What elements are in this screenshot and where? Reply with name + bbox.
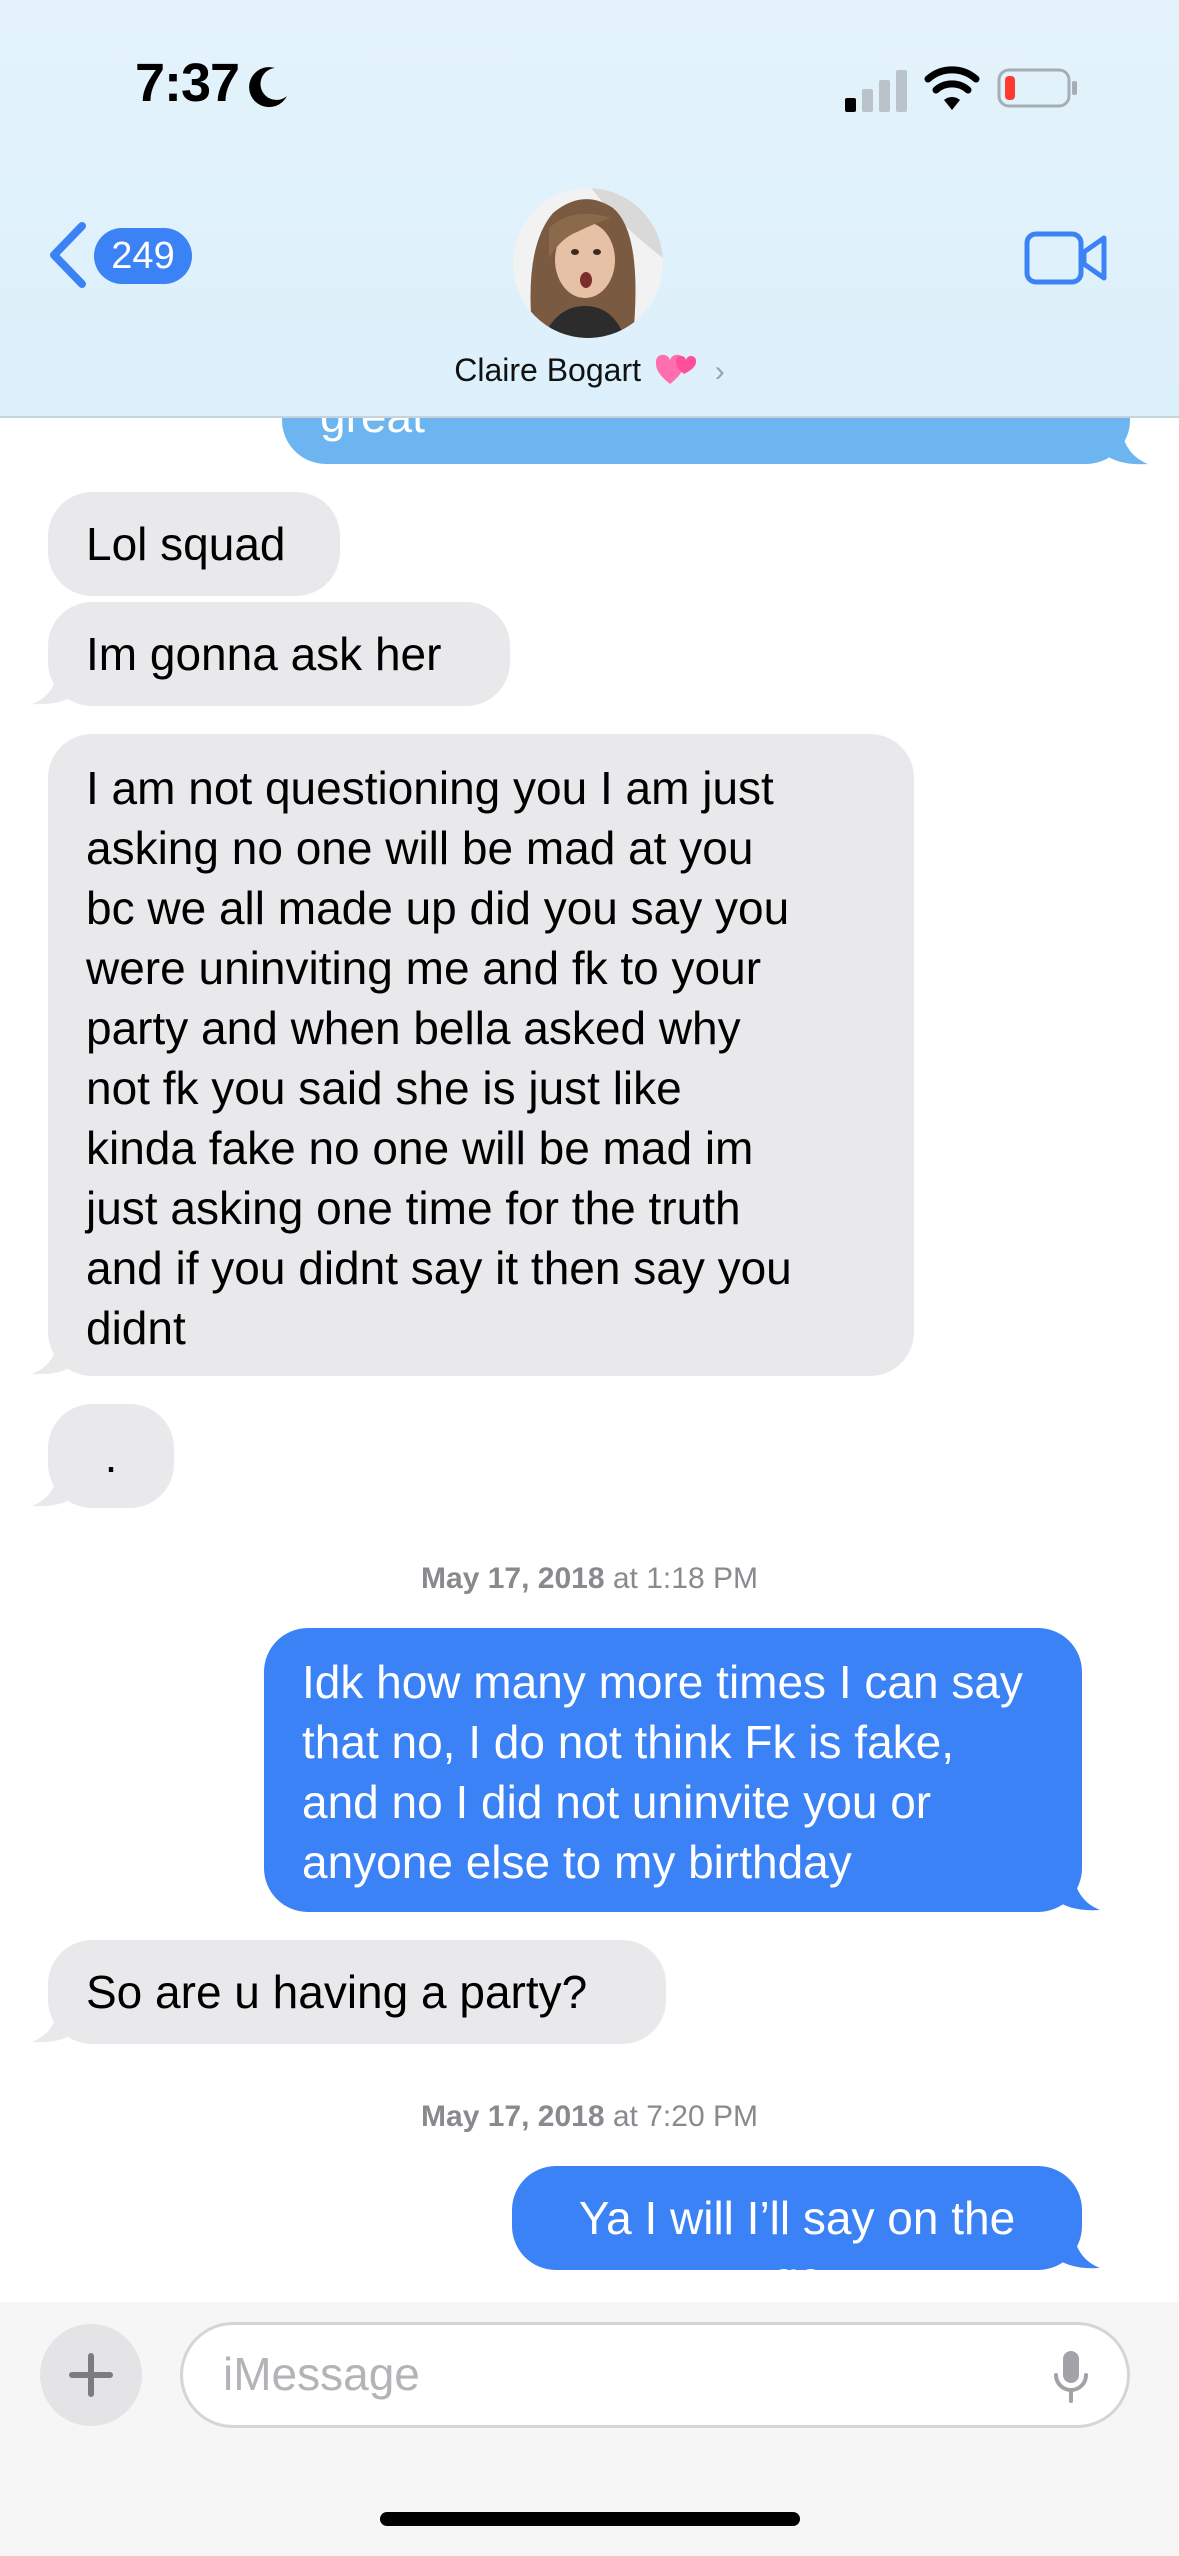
incoming-message[interactable]: Lol squad (48, 492, 340, 596)
message-text: Im gonna ask her (86, 628, 442, 680)
avatar-photo (513, 188, 663, 338)
microphone-icon[interactable] (1053, 2349, 1089, 2405)
message-line: Idk how many more times I can say (302, 1656, 1023, 1708)
message-line: I am not questioning you I am just (86, 762, 774, 814)
message-timestamp: May 17, 2018 at 7:20 PM (0, 2100, 1179, 2134)
timestamp-date: May 17, 2018 (421, 1562, 605, 1595)
moon-icon (249, 67, 287, 108)
unread-count-badge[interactable]: 249 (94, 228, 192, 284)
message-line: were uninviting me and fk to your (86, 942, 762, 994)
timestamp-at: at (612, 1562, 638, 1595)
incoming-message[interactable]: . (48, 1404, 174, 1508)
message-line: and if you didnt say it then say you (86, 1242, 792, 1294)
contact-name-row[interactable]: Claire Bogart › (0, 352, 1179, 389)
message-line: not fk you said she is just like (86, 1062, 682, 1114)
back-chevron-icon[interactable] (48, 222, 88, 288)
timestamp-time: 7:20 PM (646, 2100, 758, 2133)
contact-name: Claire Bogart (454, 352, 641, 388)
timestamp-date: May 17, 2018 (421, 2100, 605, 2133)
contact-chevron-icon: › (714, 355, 725, 388)
message-line: bc we all made up did you say you (86, 882, 790, 934)
status-time: 7:37 (135, 53, 240, 113)
message-text: . (104, 1430, 118, 1482)
incoming-message[interactable]: So are u having a party? (48, 1940, 666, 2044)
message-text: Ya I will I’ll say on the gc (578, 2192, 1016, 2304)
message-line: asking no one will be mad at you (86, 822, 754, 874)
message-input-placeholder: iMessage (223, 2348, 420, 2400)
message-input[interactable]: iMessage (180, 2322, 1130, 2428)
message-line: party and when bella asked why (86, 1002, 741, 1054)
conversation-header: 7:37 249 Claire Bogart › (0, 0, 1179, 418)
timestamp-time: 1:18 PM (646, 1562, 758, 1595)
wifi-icon (924, 66, 980, 110)
message-line: that no, I do not think Fk is fake, (302, 1716, 955, 1768)
timestamp-at: at (612, 2100, 638, 2133)
outgoing-message[interactable]: Ya I will I’ll say on the gc (512, 2166, 1082, 2304)
signal-icon (845, 70, 907, 112)
add-attachment-button[interactable] (40, 2324, 142, 2426)
message-line: and no I did not uninvite you or (302, 1776, 932, 1828)
message-text: So are u having a party? (86, 1966, 588, 2018)
outgoing-message[interactable]: Idk how many more times I can say that n… (264, 1628, 1082, 1912)
plus-icon (69, 2353, 113, 2397)
facetime-video-icon[interactable] (1024, 228, 1108, 288)
incoming-message[interactable]: Im gonna ask her (48, 602, 510, 706)
message-line: just asking one time for the truth (86, 1182, 741, 1234)
incoming-message[interactable]: I am not questioning you I am just askin… (48, 734, 914, 1376)
heart-emoji-icon (655, 354, 696, 384)
battery-icon (997, 68, 1077, 108)
message-text: Lol squad (86, 518, 286, 570)
message-line: kinda fake no one will be mad im (86, 1122, 754, 1174)
contact-avatar[interactable] (513, 188, 663, 338)
home-indicator[interactable] (380, 2512, 800, 2526)
message-line: didnt (86, 1302, 186, 1354)
message-line: anyone else to my birthday (302, 1836, 852, 1888)
message-timestamp: May 17, 2018 at 1:18 PM (0, 1562, 1179, 1596)
